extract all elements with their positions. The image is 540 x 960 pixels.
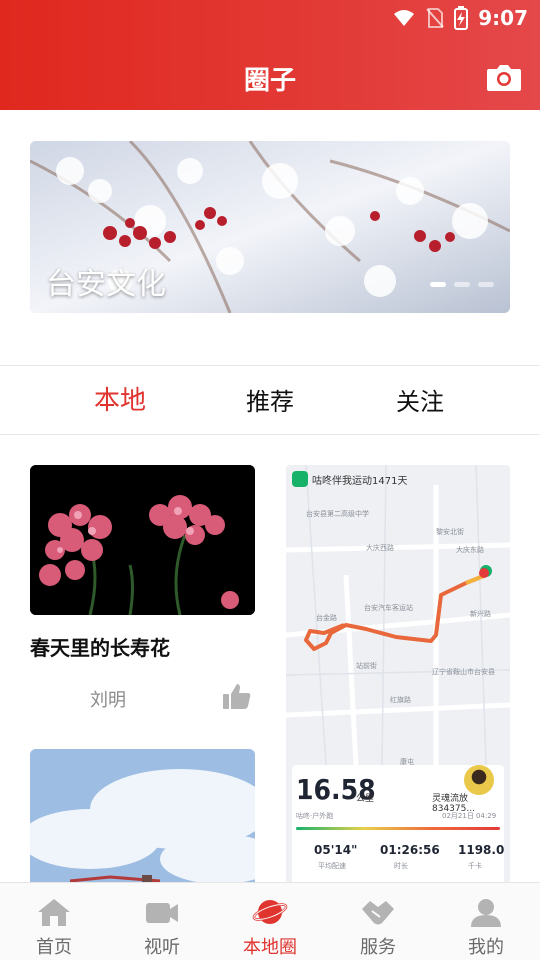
banner-carousel[interactable]: 台安文化 <box>30 141 510 313</box>
post-image-running-map[interactable]: 咕咚伴我运动1471天 台安县第二高级中学 大庆西路 大庆东路 黎安北街 台金路… <box>286 465 510 885</box>
nav-local-circle[interactable]: 本地圈 <box>216 883 324 960</box>
pace-label: 平均配速 <box>318 862 346 870</box>
page-title: 圈子 <box>243 66 296 96</box>
wifi-icon <box>394 10 415 26</box>
nav-home[interactable]: 首页 <box>0 883 108 960</box>
pace-value: 05'14" <box>314 843 358 857</box>
bottom-nav: 首页 视听 本地圈 服务 我的 <box>0 882 540 960</box>
calories-value: 1198.0 <box>458 843 505 857</box>
nav-local-circle-label: 本地圈 <box>243 937 297 958</box>
map-label: 大庆西路 <box>366 544 394 552</box>
nav-services[interactable]: 服务 <box>324 883 432 960</box>
carousel-dot <box>430 282 446 287</box>
post-image-sky[interactable] <box>30 749 255 889</box>
banner-caption: 台安文化 <box>46 267 166 302</box>
app-logo-icon <box>292 471 308 487</box>
map-label: 新兴路 <box>470 610 491 618</box>
nav-services-label: 服务 <box>360 937 396 958</box>
activity-date: 02月21日 04:29 <box>442 812 497 820</box>
carousel-indicator <box>430 282 494 287</box>
app-header: 9:07 圈子 <box>0 0 540 110</box>
status-bar: 9:07 <box>0 0 540 36</box>
flower-photo <box>30 465 255 615</box>
post-title[interactable]: 春天里的长寿花 <box>30 632 170 661</box>
duration-label: 时长 <box>394 862 408 870</box>
map-label: 黎安北街 <box>436 528 464 536</box>
nav-profile[interactable]: 我的 <box>432 883 540 960</box>
camera-icon[interactable] <box>486 62 522 92</box>
planet-icon <box>252 900 288 924</box>
pace-gradient-bar <box>296 827 500 830</box>
handshake-icon <box>362 901 394 925</box>
nav-video-label: 视听 <box>144 937 180 958</box>
map-label: 站前街 <box>356 662 377 670</box>
tab-following[interactable]: 关注 <box>396 382 444 417</box>
carousel-dot <box>478 282 494 287</box>
nav-profile-label: 我的 <box>468 937 504 958</box>
status-time: 9:07 <box>478 6 528 30</box>
nav-video[interactable]: 视听 <box>108 883 216 960</box>
nav-home-label: 首页 <box>36 937 72 958</box>
duration-value: 01:26:56 <box>380 843 440 857</box>
map-label: 大庆东路 <box>456 546 484 554</box>
battery-charging-icon <box>454 6 469 30</box>
post-author: 刘明 <box>90 690 126 711</box>
divider <box>0 434 540 435</box>
map-label: 台安县第二高级中学 <box>306 510 369 518</box>
map-label: 辽宁省鞍山市台安县 <box>432 668 495 676</box>
video-icon <box>146 903 178 923</box>
sky-photo <box>30 749 255 889</box>
no-sim-icon <box>426 8 444 28</box>
run-stats-panel: 16.58 公里 灵魂流放834375... 咕咚·户外跑 02月21日 04:… <box>292 765 504 885</box>
home-icon <box>38 899 70 926</box>
feed-tabs: 本地 推荐 关注 <box>0 366 540 434</box>
map-label: 台金路 <box>316 614 337 622</box>
activity-type: 咕咚·户外跑 <box>296 812 334 820</box>
tab-local[interactable]: 本地 <box>94 380 146 417</box>
user-icon <box>471 899 501 927</box>
calories-label: 千卡 <box>468 862 482 870</box>
app-line: 咕咚伴我运动1471天 <box>312 475 408 487</box>
post-image-kalanchoe[interactable] <box>30 465 255 615</box>
map-label: 台安汽车客运站 <box>364 604 413 612</box>
distance-unit: 公里 <box>356 794 375 804</box>
tab-recommended[interactable]: 推荐 <box>246 382 294 417</box>
map-label: 红旗路 <box>390 696 411 704</box>
thumbs-up-icon[interactable] <box>222 682 252 710</box>
carousel-dot <box>454 282 470 287</box>
